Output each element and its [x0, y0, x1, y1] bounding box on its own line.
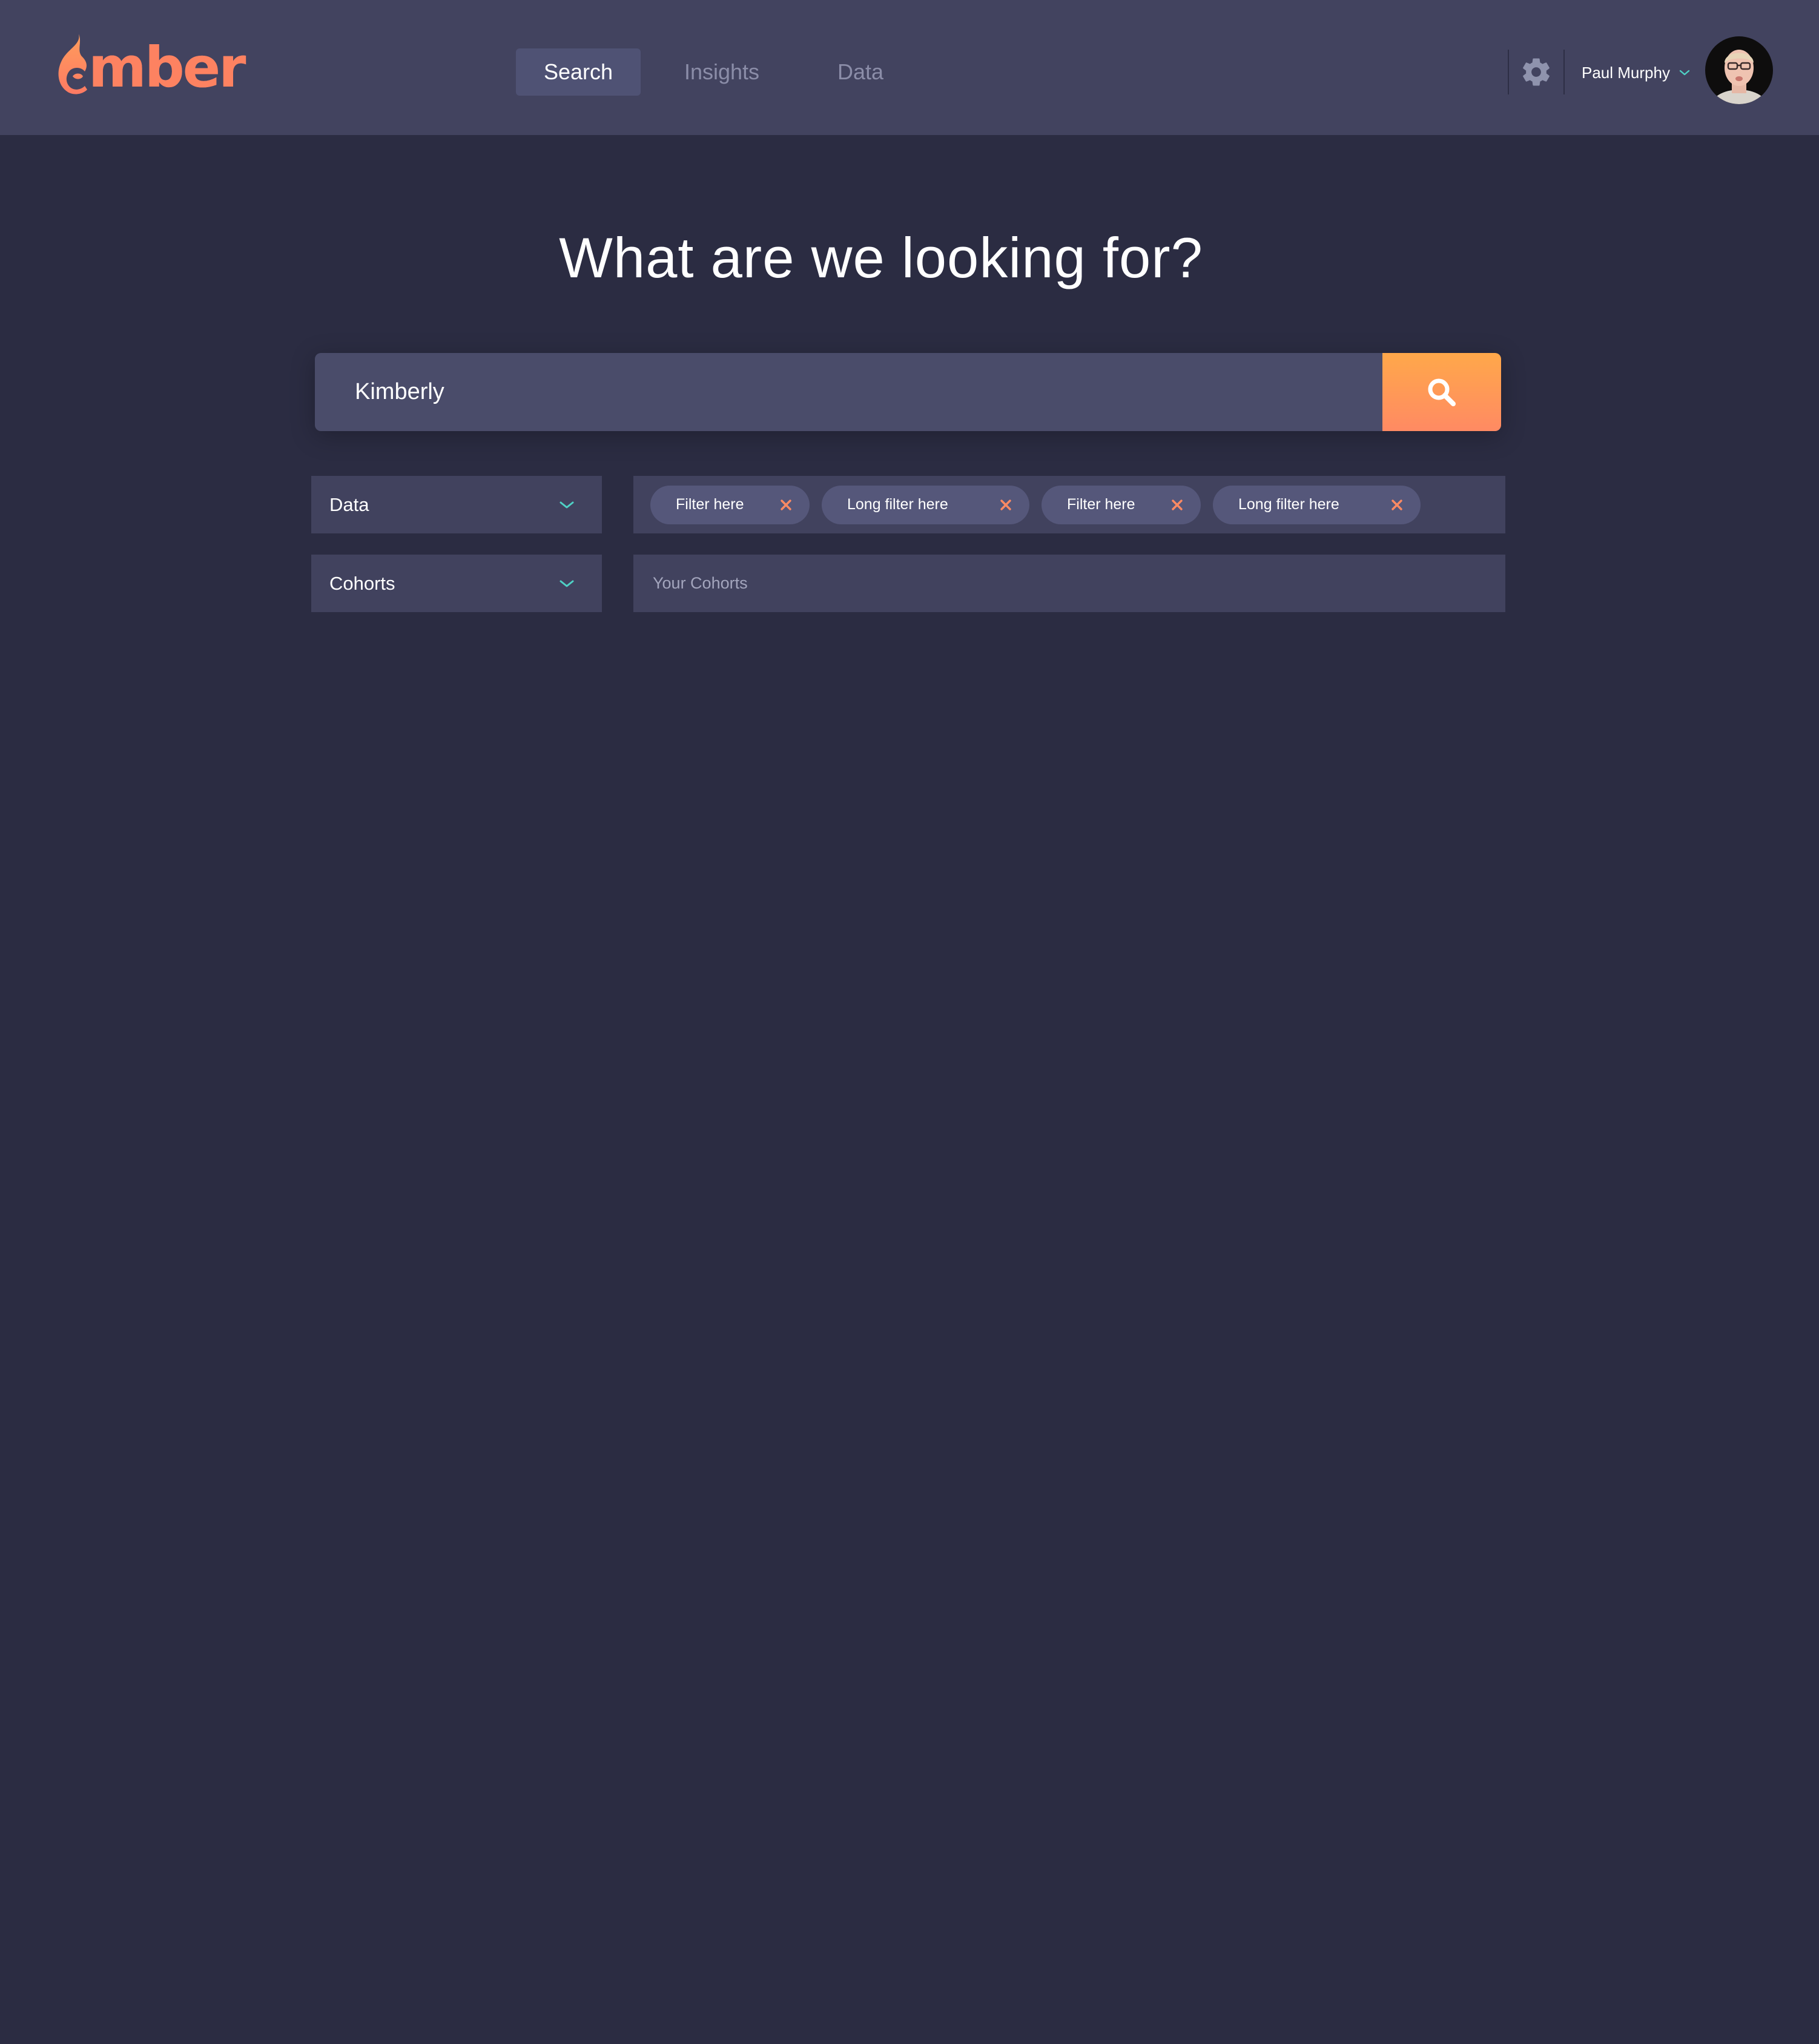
tab-insights[interactable]: Insights — [641, 48, 803, 96]
search-bar — [315, 353, 1501, 431]
chevron-down-icon — [1679, 70, 1690, 76]
data-dropdown-label: Data — [329, 493, 369, 515]
cohorts-placeholder: Your Cohorts — [653, 574, 748, 592]
cohorts-panel[interactable]: Your Cohorts — [633, 555, 1505, 612]
filter-chip-label: Long filter here — [847, 496, 948, 513]
close-icon[interactable] — [1390, 498, 1404, 512]
chevron-down-icon — [560, 580, 574, 587]
search-button[interactable] — [1382, 353, 1501, 431]
settings-button[interactable] — [1520, 56, 1553, 88]
tab-search[interactable]: Search — [516, 48, 641, 96]
avatar[interactable] — [1705, 36, 1773, 104]
filter-chip-label: Long filter here — [1238, 496, 1339, 513]
search-icon — [1428, 378, 1456, 406]
page-title: What are we looking for? — [559, 226, 1203, 289]
filter-panel: Filter here Long filter here Filter here… — [633, 476, 1505, 533]
brand-name: mber — [88, 35, 246, 100]
filter-chip-label: Filter here — [1067, 496, 1135, 513]
filter-chip[interactable]: Long filter here — [1213, 485, 1421, 524]
close-icon[interactable] — [999, 498, 1012, 512]
user-menu[interactable]: Paul Murphy — [1582, 61, 1691, 85]
cohorts-dropdown[interactable]: Cohorts — [311, 555, 602, 612]
close-icon[interactable] — [1170, 498, 1184, 512]
chevron-down-icon — [560, 501, 574, 508]
main-nav: Search Insights Data — [516, 48, 918, 96]
filter-chip[interactable]: Filter here — [1042, 485, 1201, 524]
top-bar: mber Search Insights Data Paul Murphy — [0, 0, 1819, 135]
cohorts-dropdown-label: Cohorts — [329, 572, 395, 594]
filter-chip[interactable]: Long filter here — [822, 485, 1029, 524]
user-name: Paul Murphy — [1582, 63, 1670, 82]
close-icon[interactable] — [779, 498, 793, 512]
filter-chip-list: Filter here Long filter here Filter here… — [633, 476, 1505, 533]
data-dropdown[interactable]: Data — [311, 476, 602, 533]
gear-icon — [1523, 58, 1550, 86]
filter-chip[interactable]: Filter here — [650, 485, 810, 524]
tab-data[interactable]: Data — [803, 48, 918, 96]
filter-chip-label: Filter here — [676, 496, 744, 513]
header-divider — [1508, 50, 1509, 94]
search-input[interactable] — [315, 353, 1382, 431]
flame-icon — [58, 34, 87, 94]
user-avatar-icon — [1705, 36, 1773, 104]
ember-logo[interactable]: mber — [54, 30, 246, 100]
header-divider — [1563, 50, 1565, 94]
